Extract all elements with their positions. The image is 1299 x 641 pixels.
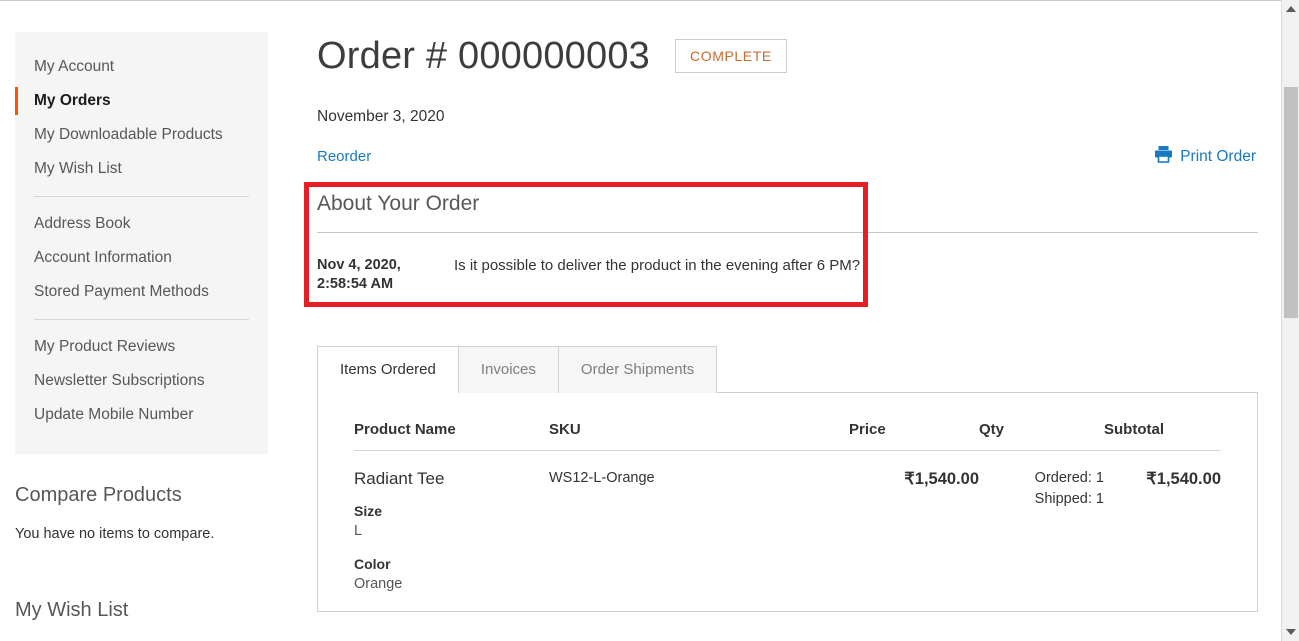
cell-price: ₹1,540.00: [849, 451, 979, 609]
compare-products-block: Compare Products You have no items to co…: [15, 482, 275, 544]
column-header-price: Price: [849, 415, 979, 451]
column-header-qty: Qty: [979, 415, 1104, 451]
scrollbar-thumb[interactable]: [1284, 87, 1298, 318]
tab-invoices[interactable]: Invoices: [457, 346, 559, 393]
option-label-color: Color: [354, 556, 391, 572]
sidebar-item-my-wish-list[interactable]: My Wish List: [15, 152, 268, 186]
scroll-down-arrow-icon[interactable]: [1282, 623, 1299, 641]
about-your-order-section: About Your Order Nov 4, 2020, 2:58:54 AM…: [304, 182, 1258, 307]
items-ordered-panel: Product Name SKU Price Qty Subtotal Radi…: [317, 392, 1258, 612]
cell-subtotal: ₹1,540.00: [1104, 451, 1221, 609]
column-header-sku: SKU: [549, 415, 849, 451]
sidebar-item-my-product-reviews[interactable]: My Product Reviews: [15, 330, 268, 364]
print-order-label: Print Order: [1180, 147, 1256, 165]
account-sidebar-nav: My Account My Orders My Downloadable Pro…: [15, 32, 268, 454]
order-details-main: Order # 000000003 COMPLETE November 3, 2…: [304, 32, 1258, 612]
column-header-product-name: Product Name: [354, 415, 549, 451]
cell-product-name: Radiant Tee Size L Color Orange: [354, 451, 549, 609]
wish-list-block: My Wish List: [15, 597, 275, 639]
sidebar-item-my-account[interactable]: My Account: [15, 50, 268, 84]
order-comment-text: Is it possible to deliver the product in…: [454, 257, 861, 274]
compare-products-title: Compare Products: [15, 484, 182, 506]
table-header-row: Product Name SKU Price Qty Subtotal: [354, 415, 1221, 451]
column-header-subtotal: Subtotal: [1104, 415, 1221, 451]
qty-ordered: Ordered: 1: [1034, 470, 1104, 486]
print-order-button[interactable]: Print Order: [1154, 145, 1258, 168]
compare-products-empty-text: You have no items to compare.: [15, 526, 215, 542]
product-options: Size L Color Orange: [354, 502, 549, 594]
table-row: Radiant Tee Size L Color Orange WS12-L-O…: [354, 451, 1221, 609]
sidebar-group-account: My Account My Orders My Downloadable Pro…: [15, 50, 268, 186]
order-tabs-section: Items Ordered Invoices Order Shipments P…: [317, 346, 1258, 612]
order-header: Order # 000000003 COMPLETE: [317, 32, 1258, 80]
product-name-text: Radiant Tee: [354, 469, 445, 488]
page-viewport: My Account My Orders My Downloadable Pro…: [0, 2, 1281, 641]
order-actions-row: Reorder Print Order: [317, 145, 1258, 168]
sidebar-divider-1: [34, 196, 249, 197]
sidebar-item-my-downloadable-products[interactable]: My Downloadable Products: [15, 118, 268, 152]
cell-qty: Ordered: 1 Shipped: 1: [979, 451, 1104, 609]
qty-shipped: Shipped: 1: [1034, 491, 1104, 507]
wish-list-title: My Wish List: [15, 599, 129, 621]
printer-icon: [1154, 145, 1173, 168]
vertical-scrollbar[interactable]: [1281, 0, 1299, 641]
sidebar-divider-2: [34, 319, 249, 320]
scroll-up-arrow-icon[interactable]: [1282, 0, 1299, 18]
price-text: ₹1,540.00: [904, 470, 979, 488]
option-value-color: Orange: [354, 576, 403, 592]
sidebar-item-my-orders[interactable]: My Orders: [15, 84, 268, 118]
option-label-size: Size: [354, 503, 383, 519]
option-value-size: L: [354, 523, 363, 539]
sidebar-item-account-information[interactable]: Account Information: [15, 241, 268, 275]
sidebar-group-profile: Address Book Account Information Stored …: [15, 207, 268, 309]
sidebar-item-stored-payment-methods[interactable]: Stored Payment Methods: [15, 275, 268, 309]
status-badge: COMPLETE: [675, 39, 787, 73]
tab-items-ordered[interactable]: Items Ordered: [317, 346, 459, 394]
subtotal-text: ₹1,540.00: [1146, 470, 1221, 488]
about-your-order-title: About Your Order: [317, 192, 480, 215]
reorder-link[interactable]: Reorder: [317, 147, 371, 167]
sidebar-item-newsletter-subscriptions[interactable]: Newsletter Subscriptions: [15, 364, 268, 398]
sku-text: WS12-L-Orange: [549, 470, 655, 486]
order-tabs: Items Ordered Invoices Order Shipments: [317, 346, 1258, 394]
sidebar-item-address-book[interactable]: Address Book: [15, 207, 268, 241]
order-date: November 3, 2020: [317, 108, 445, 125]
order-comment-row: Nov 4, 2020, 2:58:54 AM Is it possible t…: [317, 233, 1258, 294]
page-title: Order # 000000003: [317, 35, 650, 77]
sidebar-item-update-mobile-number[interactable]: Update Mobile Number: [15, 398, 268, 432]
sidebar-group-engagement: My Product Reviews Newsletter Subscripti…: [15, 330, 268, 432]
order-comment-date: Nov 4, 2020, 2:58:54 AM: [317, 257, 401, 292]
items-ordered-table: Product Name SKU Price Qty Subtotal Radi…: [354, 415, 1221, 608]
cell-sku: WS12-L-Orange: [549, 451, 849, 609]
tab-order-shipments[interactable]: Order Shipments: [557, 346, 718, 393]
